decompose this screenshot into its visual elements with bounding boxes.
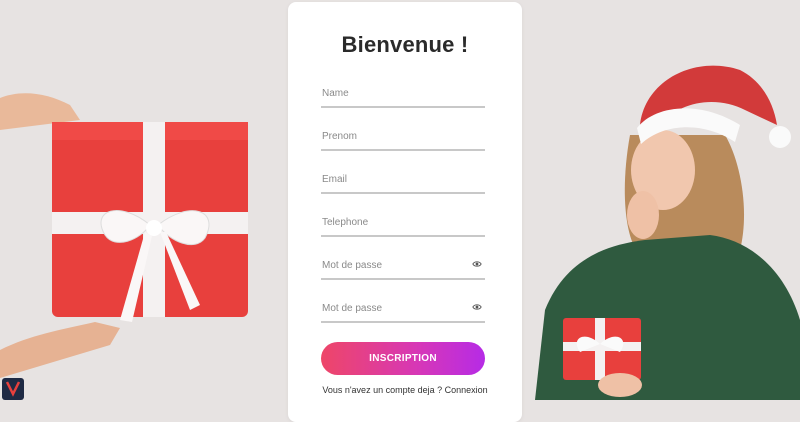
- confirm-password-field-wrap: [321, 297, 485, 323]
- email-field-wrap: [321, 168, 485, 194]
- inscription-button[interactable]: INSCRIPTION: [321, 342, 485, 375]
- page-title: Bienvenue !: [341, 32, 469, 57]
- password-input[interactable]: [321, 254, 485, 276]
- name-input[interactable]: [321, 82, 485, 104]
- eye-icon[interactable]: [471, 301, 483, 313]
- telephone-field-wrap: [321, 211, 485, 237]
- gift-box-illustration: [0, 93, 248, 378]
- site-logo[interactable]: [2, 378, 24, 400]
- telephone-input[interactable]: [321, 211, 485, 233]
- login-prompt-text: Vous n'avez un compte deja ?: [322, 385, 443, 395]
- email-input[interactable]: [321, 168, 485, 190]
- eye-icon[interactable]: [471, 258, 483, 270]
- signup-card: Bienvenue ! INSCRIPTION Vous n'av: [288, 2, 522, 422]
- prenom-input[interactable]: [321, 125, 485, 147]
- login-link[interactable]: Connexion: [445, 385, 488, 395]
- woman-with-gift-illustration: [535, 65, 800, 400]
- confirm-password-input[interactable]: [321, 297, 485, 319]
- name-field-wrap: [321, 82, 485, 108]
- prenom-field-wrap: [321, 125, 485, 151]
- login-prompt: Vous n'avez un compte deja ? Connexion: [288, 385, 522, 395]
- password-field-wrap: [321, 254, 485, 280]
